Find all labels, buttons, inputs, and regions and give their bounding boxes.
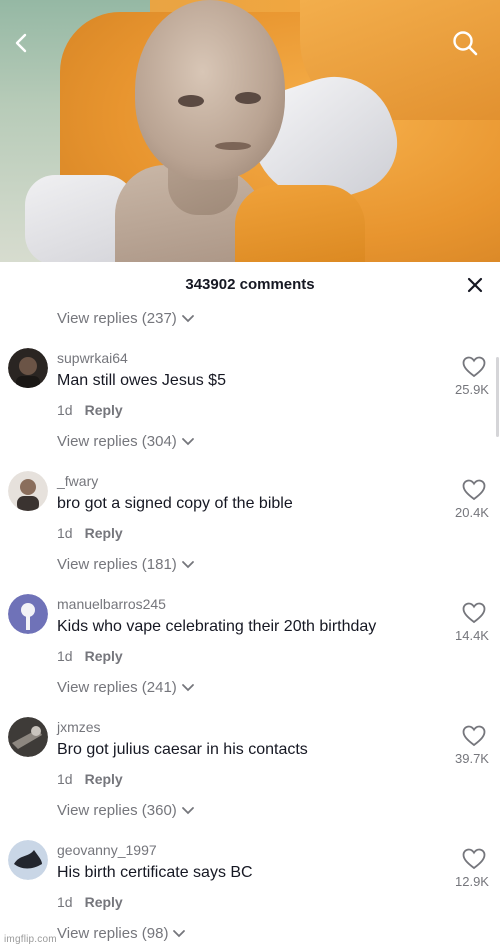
close-icon bbox=[467, 277, 483, 293]
comment-username[interactable]: _fwary bbox=[57, 473, 98, 489]
comment-username[interactable]: supwrkai64 bbox=[57, 350, 128, 366]
heart-icon bbox=[462, 725, 486, 747]
like-count: 39.7K bbox=[455, 751, 489, 766]
chevron-down-icon bbox=[181, 683, 194, 691]
video-person-robe bbox=[235, 185, 365, 262]
view-replies-label: View replies (98) bbox=[57, 925, 169, 942]
video-person-eye bbox=[178, 95, 204, 107]
view-replies-button[interactable]: View replies (304) bbox=[57, 433, 195, 450]
avatar[interactable] bbox=[8, 594, 48, 634]
close-button[interactable] bbox=[462, 272, 488, 298]
like-button[interactable]: 20.4K bbox=[448, 479, 500, 520]
like-button[interactable]: 14.4K bbox=[448, 602, 500, 643]
reply-button[interactable]: Reply bbox=[85, 894, 123, 910]
comments-header: 343902 comments bbox=[0, 262, 500, 306]
comment-time: 1d bbox=[57, 894, 73, 910]
heart-icon bbox=[462, 602, 486, 624]
comment-text: Kids who vape celebrating their 20th bir… bbox=[57, 618, 377, 635]
like-count: 14.4K bbox=[455, 628, 489, 643]
view-replies-label: View replies (360) bbox=[57, 802, 177, 819]
comment-time: 1d bbox=[57, 771, 73, 787]
watermark: imgflip.com bbox=[4, 934, 57, 945]
view-replies-label: View replies (181) bbox=[57, 556, 177, 573]
comment-text: Bro got julius caesar in his contacts bbox=[57, 741, 308, 758]
comment-time: 1d bbox=[57, 648, 73, 664]
comment-text: His birth certificate says BC bbox=[57, 864, 253, 881]
heart-icon bbox=[462, 848, 486, 870]
chevron-down-icon bbox=[181, 437, 194, 445]
avatar[interactable] bbox=[8, 717, 48, 757]
comment-meta: 1d Reply bbox=[57, 771, 123, 787]
comment-meta: 1d Reply bbox=[57, 402, 123, 418]
comment-username[interactable]: geovanny_1997 bbox=[57, 842, 157, 858]
comment-username[interactable]: jxmzes bbox=[57, 719, 101, 735]
avatar[interactable] bbox=[8, 471, 48, 511]
heart-icon bbox=[462, 356, 486, 378]
comment-meta: 1d Reply bbox=[57, 525, 123, 541]
like-button[interactable]: 39.7K bbox=[448, 725, 500, 766]
reply-button[interactable]: Reply bbox=[85, 648, 123, 664]
view-replies-button[interactable]: View replies (237) bbox=[57, 310, 195, 327]
reply-button[interactable]: Reply bbox=[85, 525, 123, 541]
video-person-head bbox=[135, 0, 285, 180]
chevron-down-icon bbox=[173, 929, 186, 937]
search-icon bbox=[453, 31, 478, 56]
video-person-eye bbox=[235, 92, 261, 104]
reply-button[interactable]: Reply bbox=[85, 771, 123, 787]
chevron-left-icon bbox=[15, 33, 27, 53]
like-count: 20.4K bbox=[455, 505, 489, 520]
avatar[interactable] bbox=[8, 840, 48, 880]
view-replies-label: View replies (241) bbox=[57, 679, 177, 696]
view-replies-button[interactable]: View replies (181) bbox=[57, 556, 195, 573]
comment-time: 1d bbox=[57, 402, 73, 418]
like-count: 25.9K bbox=[455, 382, 489, 397]
view-replies-button[interactable]: View replies (98) bbox=[57, 925, 186, 942]
heart-icon bbox=[462, 479, 486, 501]
comment-text: Man still owes Jesus $5 bbox=[57, 372, 226, 389]
video-player[interactable] bbox=[0, 0, 500, 262]
comment-meta: 1d Reply bbox=[57, 648, 123, 664]
comment-meta: 1d Reply bbox=[57, 894, 123, 910]
like-button[interactable]: 25.9K bbox=[448, 356, 500, 397]
view-replies-button[interactable]: View replies (360) bbox=[57, 802, 195, 819]
chevron-down-icon bbox=[181, 806, 194, 814]
view-replies-button[interactable]: View replies (241) bbox=[57, 679, 195, 696]
chevron-down-icon bbox=[181, 560, 194, 568]
chevron-down-icon bbox=[181, 314, 194, 322]
back-button[interactable] bbox=[4, 25, 40, 61]
comment-time: 1d bbox=[57, 525, 73, 541]
comments-panel: 343902 comments View replies (237) supwr… bbox=[0, 262, 500, 949]
like-button[interactable]: 12.9K bbox=[448, 848, 500, 889]
comment-text: bro got a signed copy of the bible bbox=[57, 495, 293, 512]
comment-count: 343902 comments bbox=[185, 276, 315, 293]
reply-button[interactable]: Reply bbox=[85, 402, 123, 418]
view-replies-label: View replies (304) bbox=[57, 433, 177, 450]
search-button[interactable] bbox=[447, 25, 483, 61]
video-person-mouth bbox=[215, 142, 251, 150]
comment-username[interactable]: manuelbarros245 bbox=[57, 596, 166, 612]
like-count: 12.9K bbox=[455, 874, 489, 889]
view-replies-label: View replies (237) bbox=[57, 310, 177, 327]
avatar[interactable] bbox=[8, 348, 48, 388]
